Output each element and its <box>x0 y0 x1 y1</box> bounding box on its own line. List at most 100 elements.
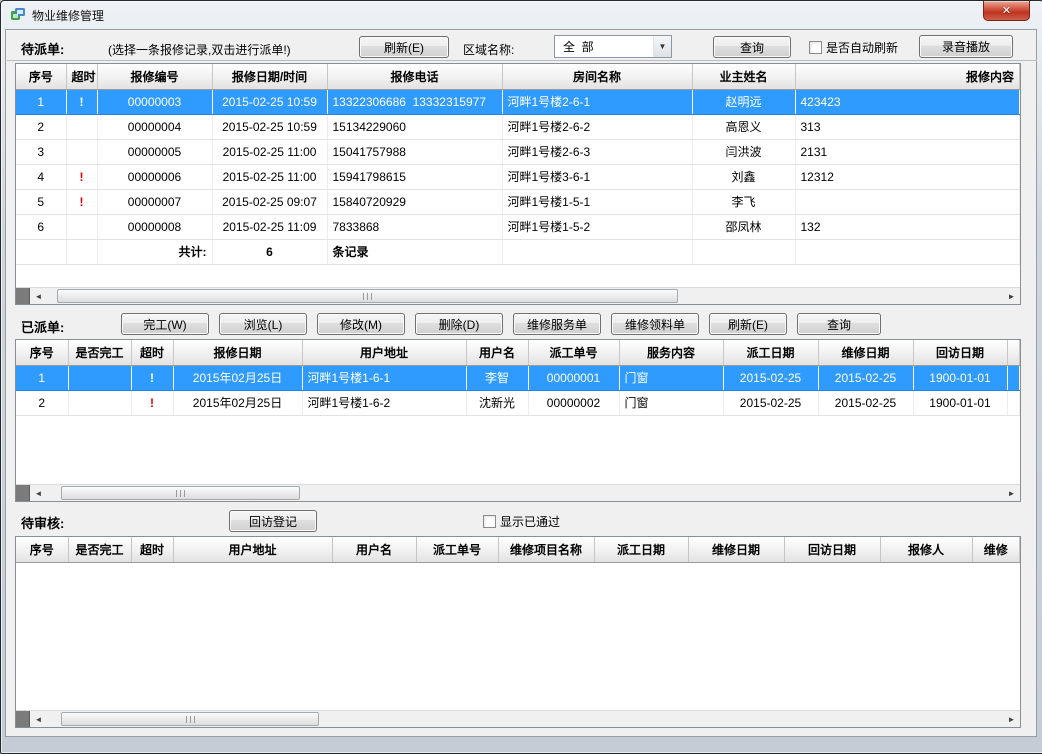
query-button-2[interactable]: 查询 <box>797 313 881 335</box>
pending-section-label: 待派单: <box>21 39 64 58</box>
table-row[interactable]: 6000000082015-02-25 11:097833868河畔1号楼1-5… <box>16 214 1020 239</box>
column-header[interactable]: 报修人 <box>880 537 972 562</box>
close-button[interactable]: ✕ <box>983 1 1030 21</box>
column-header[interactable]: 报修内容 <box>795 64 1020 89</box>
show-passed-checkbox[interactable]: 显示已通过 <box>483 513 560 530</box>
column-header[interactable]: 派工单号 <box>416 537 498 562</box>
column-header[interactable] <box>1007 340 1020 365</box>
chevron-down-icon[interactable]: ▼ <box>653 36 671 57</box>
scroll-right-button[interactable]: ► <box>1003 485 1020 501</box>
dispatched-hscrollbar[interactable]: ◄ ► <box>16 484 1020 501</box>
column-header[interactable]: 是否完工 <box>68 537 131 562</box>
scrollbar-track[interactable] <box>47 288 1003 304</box>
table-cell: 3 <box>16 139 66 164</box>
column-header[interactable]: 维修日期 <box>688 537 784 562</box>
refresh-button-2[interactable]: 刷新(E) <box>709 313 787 335</box>
column-header[interactable]: 用户名 <box>332 537 416 562</box>
table-row[interactable]: 4!000000062015-02-25 11:0015941798615河畔1… <box>16 164 1020 189</box>
column-header[interactable]: 维修项目名称 <box>498 537 594 562</box>
column-header[interactable]: 业主姓名 <box>692 64 795 89</box>
scrollbar-track[interactable] <box>47 711 1003 727</box>
column-header[interactable]: 报修编号 <box>97 64 212 89</box>
column-header[interactable]: 维修 <box>972 537 1020 562</box>
query-button-top[interactable]: 查询 <box>713 36 791 58</box>
column-header[interactable]: 报修日期 <box>173 340 302 365</box>
table-cell: 5 <box>16 189 66 214</box>
table-cell: 15840720929 <box>327 189 502 214</box>
column-header[interactable]: 序号 <box>16 537 68 562</box>
table-cell: 李智 <box>466 365 528 390</box>
column-header[interactable]: 报修电话 <box>327 64 502 89</box>
column-header[interactable]: 是否完工 <box>68 340 131 365</box>
column-header[interactable]: 回访日期 <box>784 537 880 562</box>
table-cell: 00000003 <box>97 89 212 114</box>
scroll-left-button[interactable]: ◄ <box>30 485 47 501</box>
table-cell: 132 <box>795 214 1020 239</box>
browse-button[interactable]: 浏览(L) <box>219 313 307 335</box>
table-cell <box>795 189 1020 214</box>
refresh-button[interactable]: 刷新(E) <box>359 36 449 58</box>
column-header[interactable]: 超时 <box>131 537 173 562</box>
visit-register-button[interactable]: 回访登记 <box>229 510 317 532</box>
auto-refresh-checkbox[interactable]: 是否自动刷新 <box>809 39 898 56</box>
table-cell <box>68 365 131 390</box>
column-header[interactable]: 超时 <box>66 64 97 89</box>
scrollbar-thumb[interactable] <box>61 712 319 726</box>
table-row[interactable]: 1!000000032015-02-25 10:5913322306686 13… <box>16 89 1020 114</box>
column-header[interactable]: 服务内容 <box>619 340 723 365</box>
pending-table: 序号超时报修编号报修日期/时间报修电话房间名称业主姓名报修内容1!0000000… <box>16 64 1020 287</box>
auto-refresh-checkbox-box[interactable] <box>809 41 822 54</box>
column-header[interactable]: 派工日期 <box>723 340 818 365</box>
table-cell <box>1007 390 1020 415</box>
table-cell: 河畔1号楼1-6-1 <box>302 365 466 390</box>
scroll-right-button[interactable]: ► <box>1003 711 1020 727</box>
scrollbar-track[interactable] <box>47 485 1003 501</box>
show-passed-checkbox-box[interactable] <box>483 515 496 528</box>
column-header[interactable]: 维修日期 <box>818 340 913 365</box>
column-header[interactable]: 序号 <box>16 64 66 89</box>
column-header[interactable]: 用户地址 <box>173 537 332 562</box>
table-row[interactable]: 2000000042015-02-25 10:5915134229060河畔1号… <box>16 114 1020 139</box>
audio-play-button[interactable]: 录音播放 <box>919 35 1013 58</box>
header-row: 序号是否完工超时用户地址用户名派工单号维修项目名称派工日期维修日期回访日期报修人… <box>16 537 1020 562</box>
table-cell <box>66 139 97 164</box>
review-hscrollbar[interactable]: ◄ ► <box>16 710 1020 727</box>
table-row[interactable]: 5!000000072015-02-25 09:0715840720929河畔1… <box>16 189 1020 214</box>
column-header[interactable]: 回访日期 <box>913 340 1007 365</box>
scrollbar-thumb[interactable] <box>61 486 300 500</box>
scroll-left-button[interactable]: ◄ <box>30 711 47 727</box>
column-header[interactable]: 报修日期/时间 <box>212 64 327 89</box>
column-header[interactable]: 派工日期 <box>594 537 688 562</box>
column-header[interactable]: 用户地址 <box>302 340 466 365</box>
column-header[interactable]: 超时 <box>131 340 173 365</box>
column-header[interactable]: 派工单号 <box>528 340 619 365</box>
table-cell: 1 <box>16 365 68 390</box>
dispatched-section-label: 已派单: <box>21 317 64 336</box>
table-cell: 00000005 <box>97 139 212 164</box>
table-cell: 2015-02-25 11:09 <box>212 214 327 239</box>
table-cell: 00000004 <box>97 114 212 139</box>
scroll-left-button[interactable]: ◄ <box>30 288 47 304</box>
delete-button[interactable]: 删除(D) <box>415 313 503 335</box>
modify-button[interactable]: 修改(M) <box>317 313 405 335</box>
pending-hscrollbar[interactable]: ◄ ► <box>16 287 1020 304</box>
table-row[interactable]: 1!2015年02月25日河畔1号楼1-6-1李智00000001门窗2015-… <box>16 365 1020 390</box>
column-header[interactable]: 房间名称 <box>502 64 692 89</box>
material-order-button[interactable]: 维修领料单 <box>611 313 699 335</box>
table-cell: 2015-02-25 <box>723 390 818 415</box>
column-header[interactable]: 序号 <box>16 340 68 365</box>
table-cell <box>66 214 97 239</box>
complete-button[interactable]: 完工(W) <box>121 313 209 335</box>
table-row[interactable]: 3000000052015-02-25 11:0015041757988河畔1号… <box>16 139 1020 164</box>
table-cell: 1900-01-01 <box>913 365 1007 390</box>
review-table: 序号是否完工超时用户地址用户名派工单号维修项目名称派工日期维修日期回访日期报修人… <box>16 537 1020 710</box>
table-row[interactable]: 2!2015年02月25日河畔1号楼1-6-2沈新光00000002门窗2015… <box>16 390 1020 415</box>
table-cell: ! <box>131 365 173 390</box>
title-bar[interactable]: 物业维修管理 <box>1 1 1042 29</box>
service-order-button[interactable]: 维修服务单 <box>513 313 601 335</box>
table-cell: 1900-01-01 <box>913 390 1007 415</box>
area-select[interactable]: 全 部 ▼ <box>554 35 672 58</box>
scrollbar-thumb[interactable] <box>57 289 678 303</box>
column-header[interactable]: 用户名 <box>466 340 528 365</box>
scroll-right-button[interactable]: ► <box>1003 288 1020 304</box>
